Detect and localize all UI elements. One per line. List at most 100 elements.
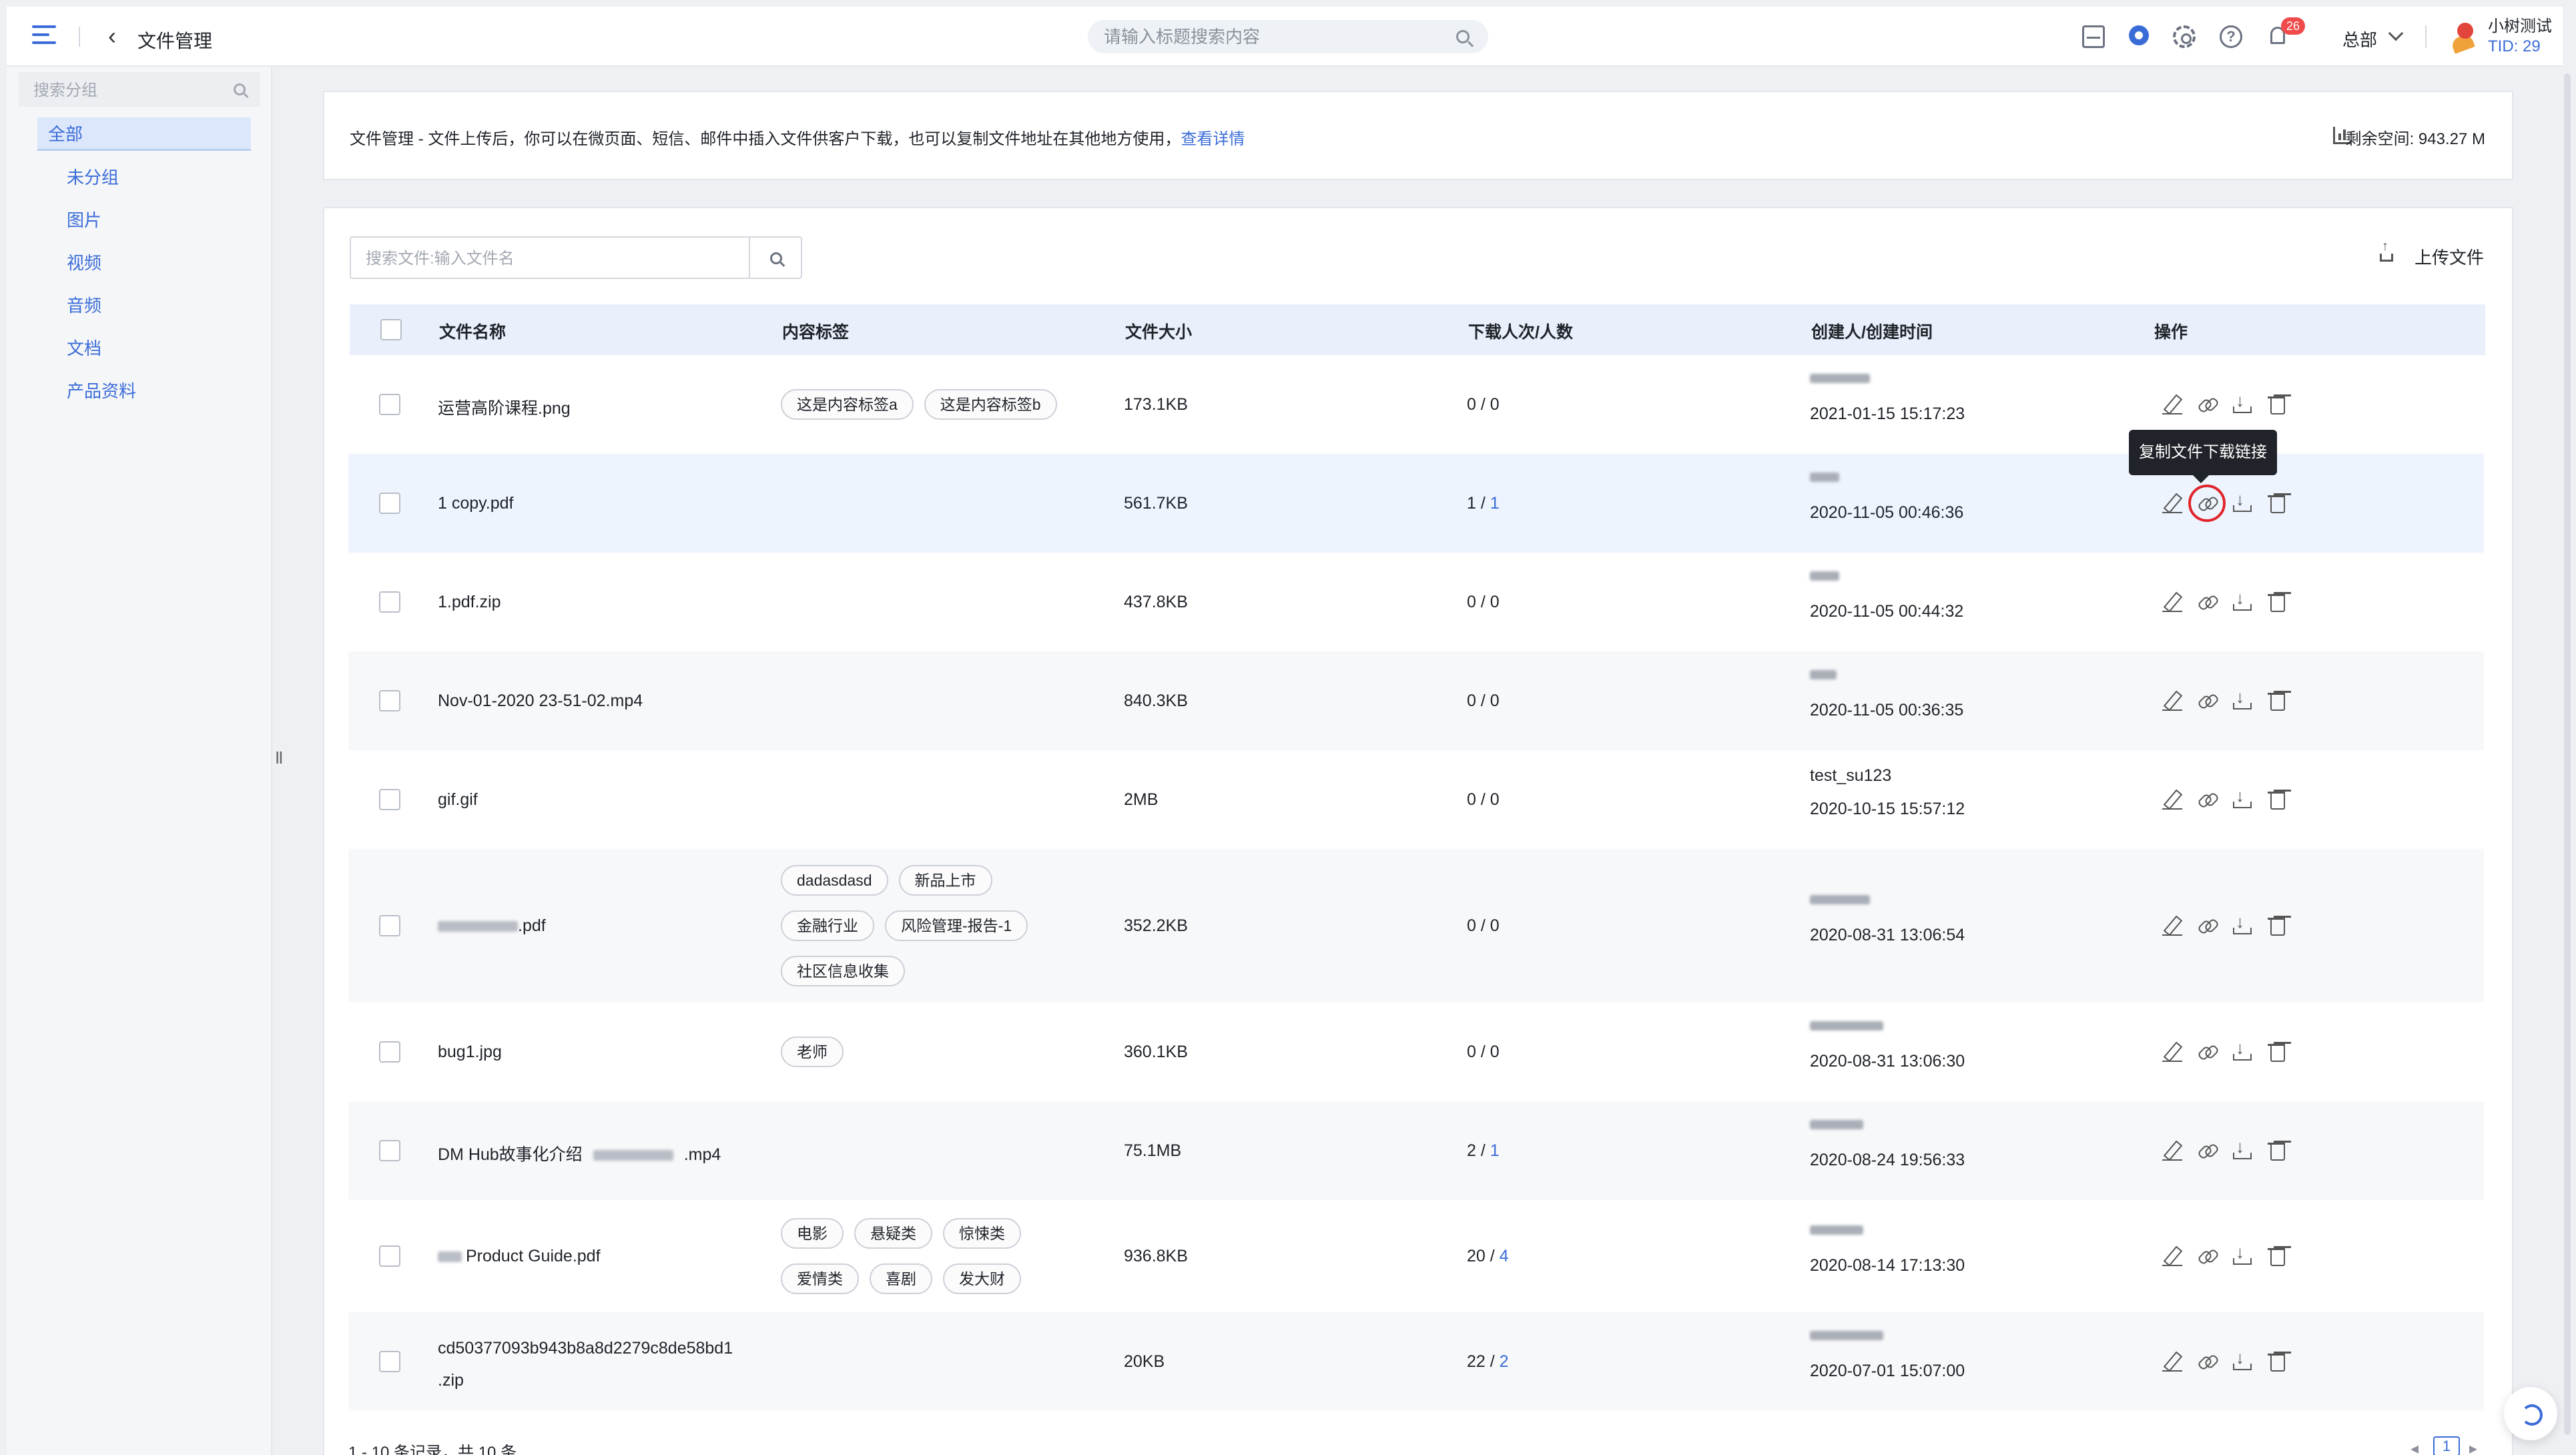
download-icon[interactable]: [2232, 588, 2252, 612]
edit-icon[interactable]: [2162, 1141, 2182, 1161]
table-row[interactable]: .pdf dadasdasd 新品上市 金融行业 风险管理-报告-1 社区信息收集 352.…: [348, 849, 2484, 1002]
downloader-count[interactable]: 4: [1500, 1247, 1509, 1265]
download-icon[interactable]: [2232, 1242, 2252, 1266]
row-checkbox[interactable]: [379, 493, 400, 514]
row-checkbox[interactable]: [379, 1140, 400, 1161]
avatar[interactable]: [2449, 20, 2480, 54]
prev-page-icon[interactable]: ◂: [2410, 1439, 2419, 1455]
header-file-size[interactable]: 文件大小: [1125, 319, 1192, 343]
download-icon[interactable]: [2232, 390, 2252, 414]
gear-icon[interactable]: [2173, 25, 2196, 48]
select-all-checkbox[interactable]: [380, 319, 402, 340]
header-creator-time[interactable]: 创建人/创建时间: [1811, 319, 1933, 343]
table-row[interactable]: 1.pdf.zip 437.8KB 0 / 0 2020-11-05 00:44:32: [348, 553, 2484, 651]
row-checkbox[interactable]: [379, 1245, 400, 1267]
trash-icon[interactable]: [2266, 592, 2286, 612]
file-name[interactable]: 运营高阶课程.png: [438, 395, 571, 419]
edit-icon[interactable]: [2162, 592, 2182, 612]
download-icon[interactable]: [2232, 786, 2252, 810]
row-checkbox[interactable]: [379, 1041, 400, 1063]
row-checkbox[interactable]: [379, 789, 400, 810]
downloader-count[interactable]: 1: [1490, 1141, 1500, 1160]
file-name[interactable]: .pdf: [438, 916, 546, 936]
row-checkbox[interactable]: [379, 690, 400, 711]
file-name[interactable]: cd50377093b943b8a8d2279c8de58bd1 .zip: [438, 1332, 733, 1396]
row-checkbox[interactable]: [379, 394, 400, 415]
file-name[interactable]: 1.pdf.zip: [438, 593, 501, 612]
edit-icon[interactable]: [2162, 790, 2182, 810]
table-row[interactable]: DM Hub故事化介绍 .mp4 75.1MB 2 / 1 2020-08-24 19:…: [348, 1101, 2484, 1200]
sidebar-item-ungrouped[interactable]: 未分组: [67, 164, 119, 189]
page-scrollbar[interactable]: [2564, 73, 2571, 1435]
trash-icon[interactable]: [2266, 1352, 2286, 1372]
help-icon[interactable]: ?: [2220, 25, 2242, 48]
details-link[interactable]: 查看详情: [1181, 130, 1245, 148]
download-icon[interactable]: [2232, 1038, 2252, 1062]
download-icon[interactable]: [2232, 912, 2252, 936]
row-checkbox[interactable]: [379, 1351, 400, 1372]
link-icon[interactable]: [2197, 1246, 2217, 1266]
sidebar-collapse-handle[interactable]: II: [275, 748, 284, 768]
header-downloads[interactable]: 下载人次/人数: [1468, 319, 1573, 343]
download-icon[interactable]: [2232, 489, 2252, 513]
edit-icon[interactable]: [2162, 916, 2182, 936]
link-icon[interactable]: [2197, 691, 2217, 711]
file-search-button[interactable]: [749, 236, 802, 279]
edit-icon[interactable]: [2162, 493, 2182, 513]
trash-icon[interactable]: [2266, 790, 2286, 810]
trash-icon[interactable]: [2266, 916, 2286, 936]
trash-icon[interactable]: [2266, 394, 2286, 414]
next-page-icon[interactable]: ▸: [2469, 1439, 2477, 1455]
file-search-input[interactable]: 搜索文件:输入文件名: [350, 236, 750, 279]
edit-icon[interactable]: [2162, 691, 2182, 711]
file-name[interactable]: 1 copy.pdf: [438, 494, 514, 513]
trash-icon[interactable]: [2266, 1246, 2286, 1266]
org-selector[interactable]: 总部: [2342, 27, 2377, 51]
link-icon[interactable]: [2197, 916, 2217, 936]
edit-icon[interactable]: [2162, 394, 2182, 414]
table-row[interactable]: cd50377093b943b8a8d2279c8de58bd1 .zip 20KB…: [348, 1312, 2484, 1411]
table-row[interactable]: Nov-01-2020 23-51-02.mp4 840.3KB 0 / 0 2020…: [348, 651, 2484, 750]
link-icon[interactable]: [2197, 1042, 2217, 1062]
sidebar-item-all[interactable]: 全部: [37, 117, 251, 151]
file-name[interactable]: Product Guide.pdf: [438, 1247, 601, 1266]
file-name[interactable]: Nov-01-2020 23-51-02.mp4: [438, 691, 643, 711]
trash-icon[interactable]: [2266, 1042, 2286, 1062]
table-row[interactable]: gif.gif 2MB 0 / 0 test_su123 2020-10-15 15:5…: [348, 750, 2484, 849]
upload-button[interactable]: 上传文件: [2414, 244, 2484, 269]
downloader-count[interactable]: 2: [1500, 1352, 1509, 1371]
upload-icon[interactable]: [2380, 239, 2393, 262]
header-file-name[interactable]: 文件名称: [439, 319, 506, 343]
inbox-icon[interactable]: [2082, 25, 2105, 48]
row-checkbox[interactable]: [379, 915, 400, 936]
download-icon[interactable]: [2232, 1137, 2252, 1161]
app-icon[interactable]: [2129, 25, 2149, 45]
download-icon[interactable]: [2232, 687, 2252, 711]
sidebar-item-product-info[interactable]: 产品资料: [67, 378, 136, 402]
download-icon[interactable]: [2232, 1348, 2252, 1372]
file-name[interactable]: gif.gif: [438, 790, 478, 810]
sidebar-item-images[interactable]: 图片: [67, 207, 101, 232]
global-search-input[interactable]: 请输入标题搜索内容: [1088, 20, 1488, 53]
link-icon[interactable]: [2197, 790, 2217, 810]
search-icon[interactable]: [234, 83, 246, 95]
chevron-down-icon[interactable]: [2388, 25, 2404, 41]
link-icon[interactable]: [2197, 592, 2217, 612]
link-icon[interactable]: [2197, 1141, 2217, 1161]
downloader-count[interactable]: 1: [1490, 494, 1500, 513]
table-row[interactable]: bug1.jpg 老师 360.1KB 0 / 0 2020-08-31 13:06:3…: [348, 1002, 2484, 1101]
table-row[interactable]: Product Guide.pdf 电影 悬疑类 惊悚类 爱情类 喜剧 发大财 936.8KB…: [348, 1200, 2484, 1312]
link-icon[interactable]: [2197, 394, 2217, 414]
search-icon[interactable]: [1456, 30, 1470, 43]
trash-icon[interactable]: [2266, 1141, 2286, 1161]
file-name[interactable]: DM Hub故事化介绍 .mp4: [438, 1141, 721, 1165]
sidebar-item-documents[interactable]: 文档: [67, 335, 101, 360]
sidebar-item-audio[interactable]: 音频: [67, 292, 101, 317]
edit-icon[interactable]: [2162, 1042, 2182, 1062]
user-name[interactable]: 小树测试: [2488, 17, 2552, 36]
edit-icon[interactable]: [2162, 1352, 2182, 1372]
refresh-icon[interactable]: [2504, 1387, 2557, 1440]
group-search-input[interactable]: 搜索分组: [19, 72, 260, 107]
sidebar-item-video[interactable]: 视频: [67, 250, 101, 274]
row-checkbox[interactable]: [379, 591, 400, 613]
